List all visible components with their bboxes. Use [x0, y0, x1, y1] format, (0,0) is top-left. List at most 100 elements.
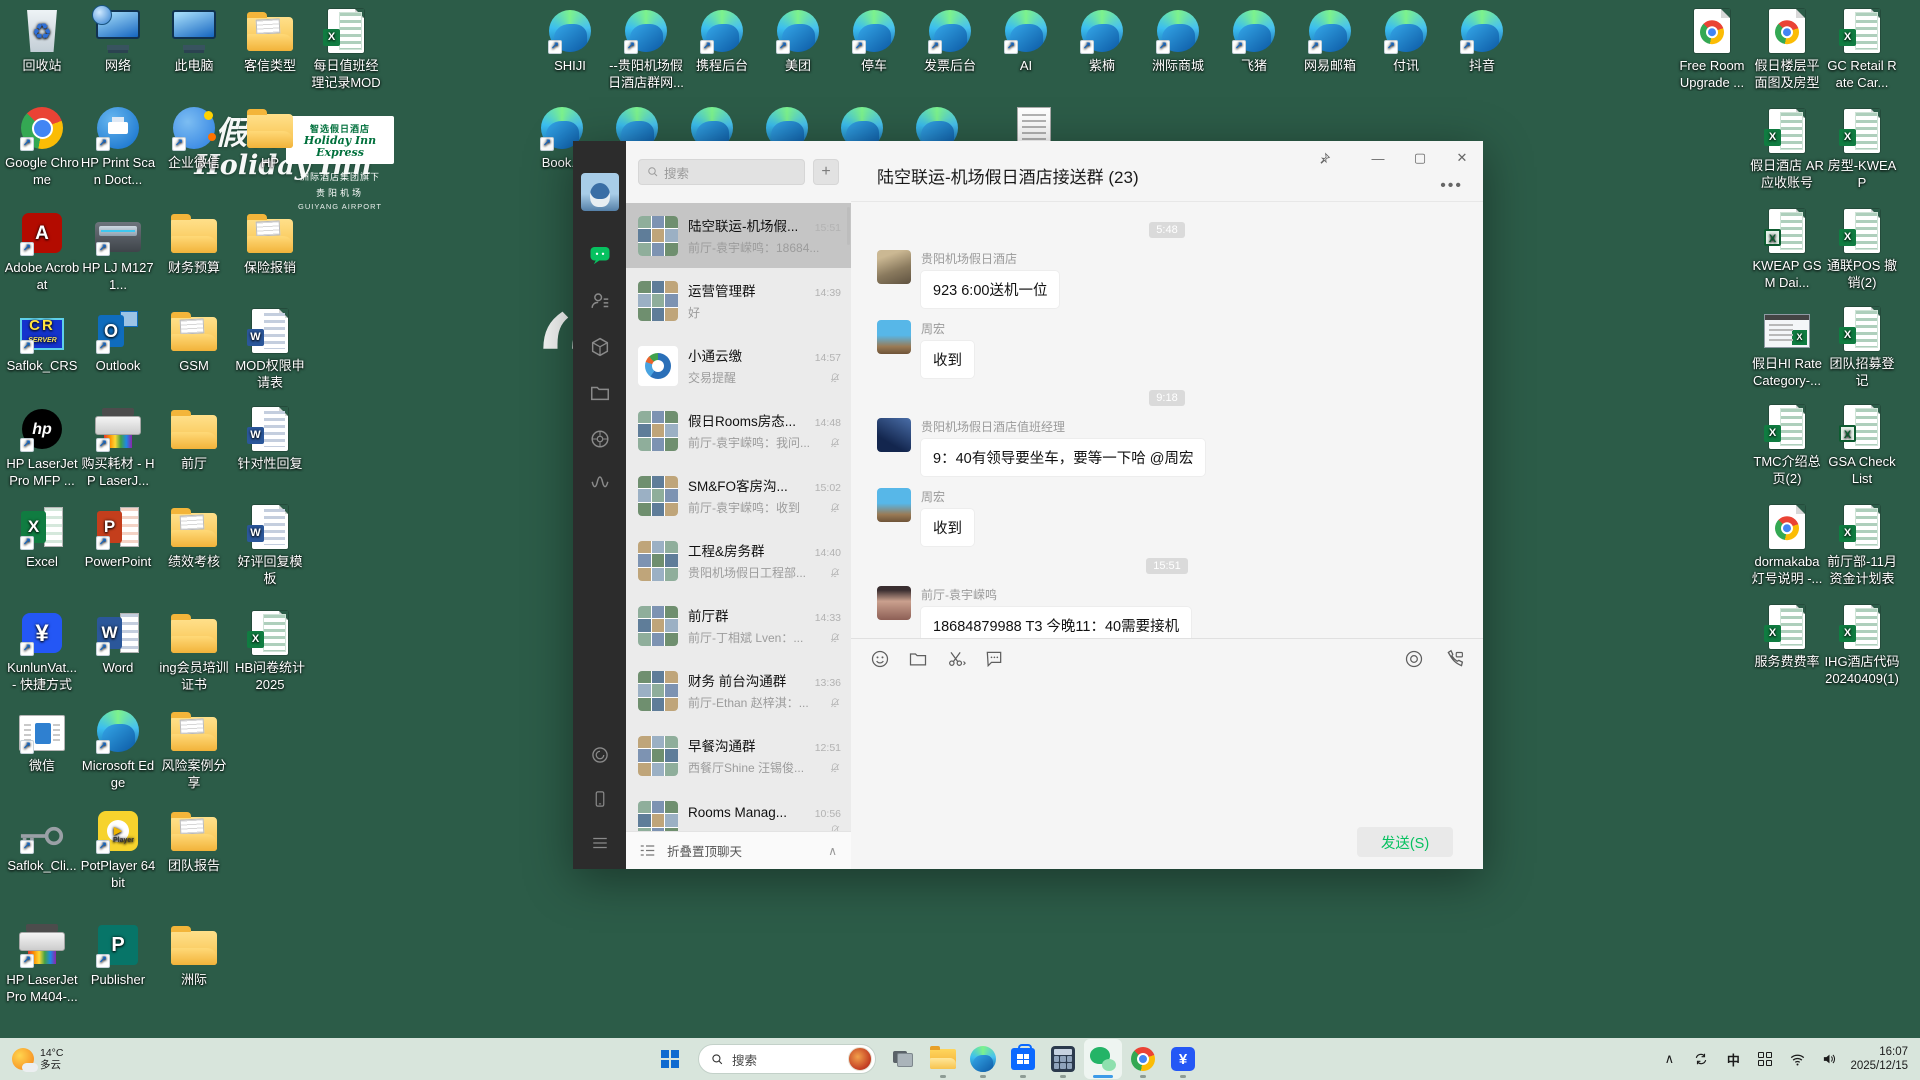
desktop-icon-客信类型[interactable]: 客信类型 [232, 8, 308, 74]
minimize-button[interactable]: — [1365, 147, 1391, 169]
desktop-icon-洲际[interactable]: 洲际 [156, 922, 232, 988]
desktop-icon-Free Room Upgrade ...[interactable]: Free Room Upgrade ... [1674, 8, 1750, 91]
pin-window-button[interactable] [1311, 147, 1337, 169]
chat-list-scrollbar[interactable] [847, 207, 850, 245]
taskbar-clock[interactable]: 16:07 2025/12/15 [1850, 1045, 1914, 1073]
chat-history-icon[interactable] [983, 648, 1005, 670]
desktop-icon-购买耗材 - HP LaserJ...[interactable]: ↗购买耗材 - HP LaserJ... [80, 406, 156, 489]
desktop-icon-前厅部-11月资金计划表[interactable]: X前厅部-11月资金计划表 [1824, 504, 1900, 587]
desktop-icon-Saflok_Cli...[interactable]: ↗Saflok_Cli... [4, 808, 80, 874]
sync-icon[interactable] [1690, 1044, 1712, 1074]
taskbar-explorer-button[interactable] [924, 1039, 962, 1079]
chat-list-item[interactable]: 前厅群14:33前厅-丁相斌 Lven：... [626, 593, 851, 658]
desktop-icon-AI[interactable]: ↗AI [988, 8, 1064, 74]
chat-search-input[interactable]: 搜索 [638, 159, 805, 185]
desktop-icon-SHIJI[interactable]: ↗SHIJI [532, 8, 608, 74]
desktop-icon-美团[interactable]: ↗美团 [760, 8, 836, 74]
desktop-icon---贵阳机场假日酒店群网...[interactable]: ↗--贵阳机场假日酒店群网... [608, 8, 684, 91]
phone-icon[interactable] [588, 787, 612, 811]
message-avatar[interactable] [877, 320, 911, 354]
taskbar-chrome-button[interactable] [1124, 1039, 1162, 1079]
contacts-tab-icon[interactable] [588, 289, 612, 313]
desktop-icon-TMC介绍总页(2)[interactable]: XTMC介绍总页(2) [1749, 404, 1825, 487]
desktop-icon-绩效考核[interactable]: 绩效考核 [156, 504, 232, 570]
desktop-icon-企业微信[interactable]: ↗企业微信 [156, 105, 232, 171]
desktop-icon-停车[interactable]: ↗停车 [836, 8, 912, 74]
screenshot-icon[interactable] [945, 648, 967, 670]
desktop-icon-Outlook[interactable]: O↗Outlook [80, 308, 156, 374]
message-avatar[interactable] [877, 586, 911, 620]
taskbar-edge-button[interactable] [964, 1039, 1002, 1079]
chat-more-button[interactable]: ••• [1440, 177, 1463, 195]
desktop-icon-每日值班经理记录MOD1...[interactable]: X每日值班经理记录MOD1... [308, 8, 384, 92]
desktop-icon-MOD权限申请表[interactable]: WMOD权限申请表 [232, 308, 308, 391]
desktop-icon-洲际商城[interactable]: ↗洲际商城 [1140, 8, 1216, 74]
taskbar-wechat-button[interactable] [1084, 1039, 1122, 1079]
send-file-icon[interactable] [907, 648, 929, 670]
collapse-pinned-chats-bar[interactable]: 折叠置顶聊天 ∧ [626, 831, 851, 869]
desktop-icon-假日楼层平面图及房型统...[interactable]: 假日楼层平面图及房型统... [1749, 8, 1825, 92]
input-mode-icon[interactable] [1754, 1044, 1776, 1074]
desktop-icon-假日HI Rate Category-...[interactable]: X假日HI Rate Category-... [1749, 306, 1825, 389]
chat-list-item[interactable]: 早餐沟通群12:51西餐厅Shine 汪锡俊... [626, 723, 851, 788]
desktop-icon-ing会员培训证书[interactable]: ing会员培训证书 [156, 610, 232, 693]
taskbar-kunlun-button[interactable]: ¥ [1164, 1039, 1202, 1079]
message-avatar[interactable] [877, 418, 911, 452]
desktop-icon-Google Chrome[interactable]: ↗Google Chrome [4, 105, 80, 188]
message-avatar[interactable] [877, 488, 911, 522]
desktop-icon-付讯[interactable]: ↗付讯 [1368, 8, 1444, 74]
desktop-icon-HP LaserJet Pro MFP ...[interactable]: hp↗HP LaserJet Pro MFP ... [4, 406, 80, 489]
chat-files-tab-icon[interactable] [588, 381, 612, 405]
video-call-icon[interactable] [1443, 648, 1465, 670]
desktop-icon-团队招募登记[interactable]: X团队招募登记 [1824, 306, 1900, 389]
favorites-tab-icon[interactable] [588, 335, 612, 359]
desktop-icon-抖音[interactable]: ↗抖音 [1444, 8, 1520, 74]
miniprogram-icon[interactable] [588, 743, 612, 767]
desktop-icon-KWEAP GSM Dai...[interactable]: XKWEAP GSM Dai... [1749, 208, 1825, 291]
desktop-icon-网络[interactable]: 网络 [80, 8, 156, 74]
send-button[interactable]: 发送(S) [1357, 827, 1453, 857]
desktop-icon-通联POS 撤销(2)[interactable]: X通联POS 撤销(2) [1824, 208, 1900, 291]
weather-widget[interactable]: 14°C 多云 [6, 1038, 69, 1080]
hidden-icons-chevron[interactable]: ∧ [1658, 1044, 1680, 1074]
chat-list-item[interactable]: 陆空联运-机场假...15:51前厅-袁宇嵘鸣：18684... [626, 203, 851, 268]
maximize-button[interactable]: ▢ [1407, 147, 1433, 169]
taskbar-taskview-button[interactable] [884, 1039, 922, 1079]
desktop-icon-发票后台[interactable]: ↗发票后台 [912, 8, 988, 74]
desktop-icon-前厅[interactable]: 前厅 [156, 406, 232, 472]
taskbar-calculator-button[interactable] [1044, 1039, 1082, 1079]
desktop-icon-网易邮箱[interactable]: ↗网易邮箱 [1292, 8, 1368, 74]
desktop-icon-团队报告[interactable]: 团队报告 [156, 808, 232, 874]
desktop-icon-针对性回复[interactable]: W针对性回复 [232, 406, 308, 472]
desktop-icon-HP LJ M1271...[interactable]: ↗HP LJ M1271... [80, 210, 156, 293]
desktop-icon-Excel[interactable]: X↗Excel [4, 504, 80, 570]
desktop-icon-HP[interactable]: HP [232, 105, 308, 171]
desktop-icon-风险案例分享[interactable]: 风险案例分享 [156, 708, 232, 791]
desktop-icon-HP LaserJet Pro M404-...[interactable]: ↗HP LaserJet Pro M404-... [4, 922, 80, 1005]
desktop-icon-服务费费率[interactable]: X服务费费率 [1749, 604, 1825, 670]
chat-list-item[interactable]: 运营管理群14:39好 [626, 268, 851, 333]
taskbar-store-button[interactable] [1004, 1039, 1042, 1079]
start-button[interactable] [650, 1039, 690, 1079]
desktop-icon-dormakaba 灯号说明 -...[interactable]: dormakaba 灯号说明 -... [1749, 504, 1825, 587]
desktop-icon-好评回复模板[interactable]: W好评回复模板 [232, 504, 308, 587]
chat-list-item[interactable]: 工程&房务群14:40贵阳机场假日工程部... [626, 528, 851, 593]
desktop-icon-财务预算[interactable]: 财务预算 [156, 210, 232, 276]
chat-list-item[interactable]: 小通云缴14:57交易提醒 [626, 333, 851, 398]
voice-message-icon[interactable] [1403, 648, 1425, 670]
ime-indicator[interactable]: 中 [1722, 1044, 1744, 1074]
emoji-icon[interactable] [869, 648, 891, 670]
channels-tab-icon[interactable] [588, 473, 612, 497]
desktop-icon-HP Print Scan Doct...[interactable]: ↗HP Print Scan Doct... [80, 105, 156, 188]
desktop-icon-微信[interactable]: ↗微信 [4, 708, 80, 774]
desktop-icon-PotPlayer 64 bit[interactable]: ▶Player↗PotPlayer 64 bit [80, 808, 156, 891]
desktop-icon-回收站[interactable]: ♻回收站 [4, 8, 80, 74]
desktop-icon-Word[interactable]: W↗Word [80, 610, 156, 676]
desktop-icon-KunlunVat... - 快捷方式[interactable]: ¥↗KunlunVat... - 快捷方式 [4, 610, 80, 693]
add-chat-button[interactable]: + [813, 159, 839, 185]
desktop-icon-Adobe Acrobat[interactable]: A↗Adobe Acrobat [4, 210, 80, 293]
desktop-icon-HB问卷统计2025[interactable]: XHB问卷统计2025 [232, 610, 308, 693]
desktop-icon-假日酒店 AR 应收账号[interactable]: X假日酒店 AR 应收账号 [1749, 108, 1825, 191]
desktop-icon-GSA Check List[interactable]: XGSA Check List [1824, 404, 1900, 487]
desktop-icon-保险报销[interactable]: 保险报销 [232, 210, 308, 276]
